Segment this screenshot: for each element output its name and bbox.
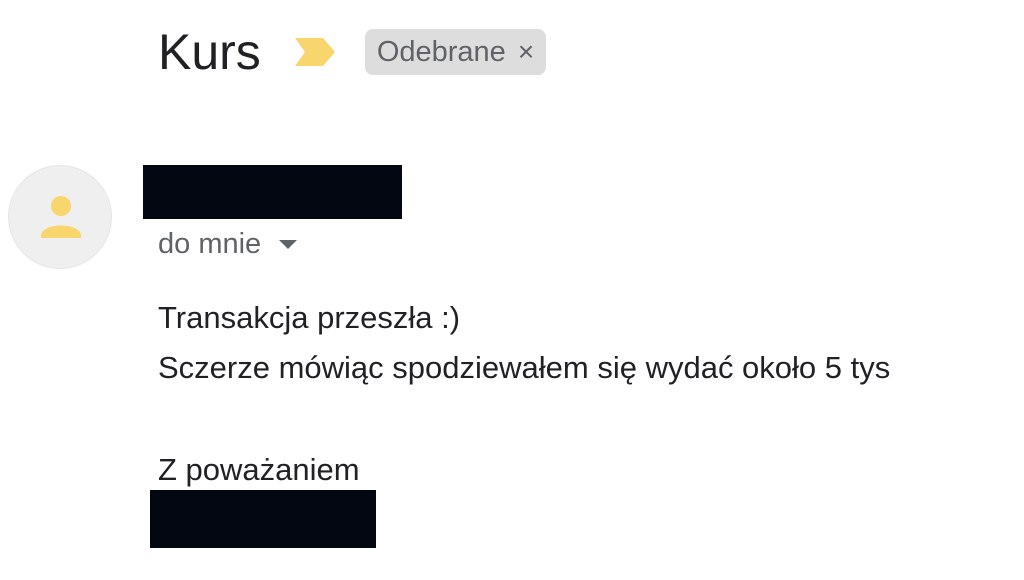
label-chip-inbox: Odebrane ×: [364, 29, 547, 75]
redacted-signature: [150, 490, 376, 548]
label-remove-button[interactable]: ×: [518, 38, 534, 66]
chevron-down-icon[interactable]: [279, 239, 298, 249]
recipient-text: do mnie: [158, 227, 262, 260]
label-chip-text: Odebrane: [376, 35, 506, 68]
email-subject: Kurs: [158, 24, 261, 80]
email-header: Kurs Odebrane ×: [158, 22, 547, 82]
message-body-line-2: Sczerze mówiąc spodziewałem się wydać ok…: [158, 350, 891, 385]
sender-avatar[interactable]: [8, 165, 112, 269]
recipient-details-toggle[interactable]: do mnie: [158, 224, 298, 264]
message-closing: Z poważaniem: [158, 452, 360, 487]
message-body-line-1: Transakcja przeszła :): [158, 300, 461, 335]
person-icon: [41, 196, 81, 238]
redacted-sender-name: [143, 165, 402, 219]
importance-marker-icon[interactable]: [293, 34, 337, 70]
